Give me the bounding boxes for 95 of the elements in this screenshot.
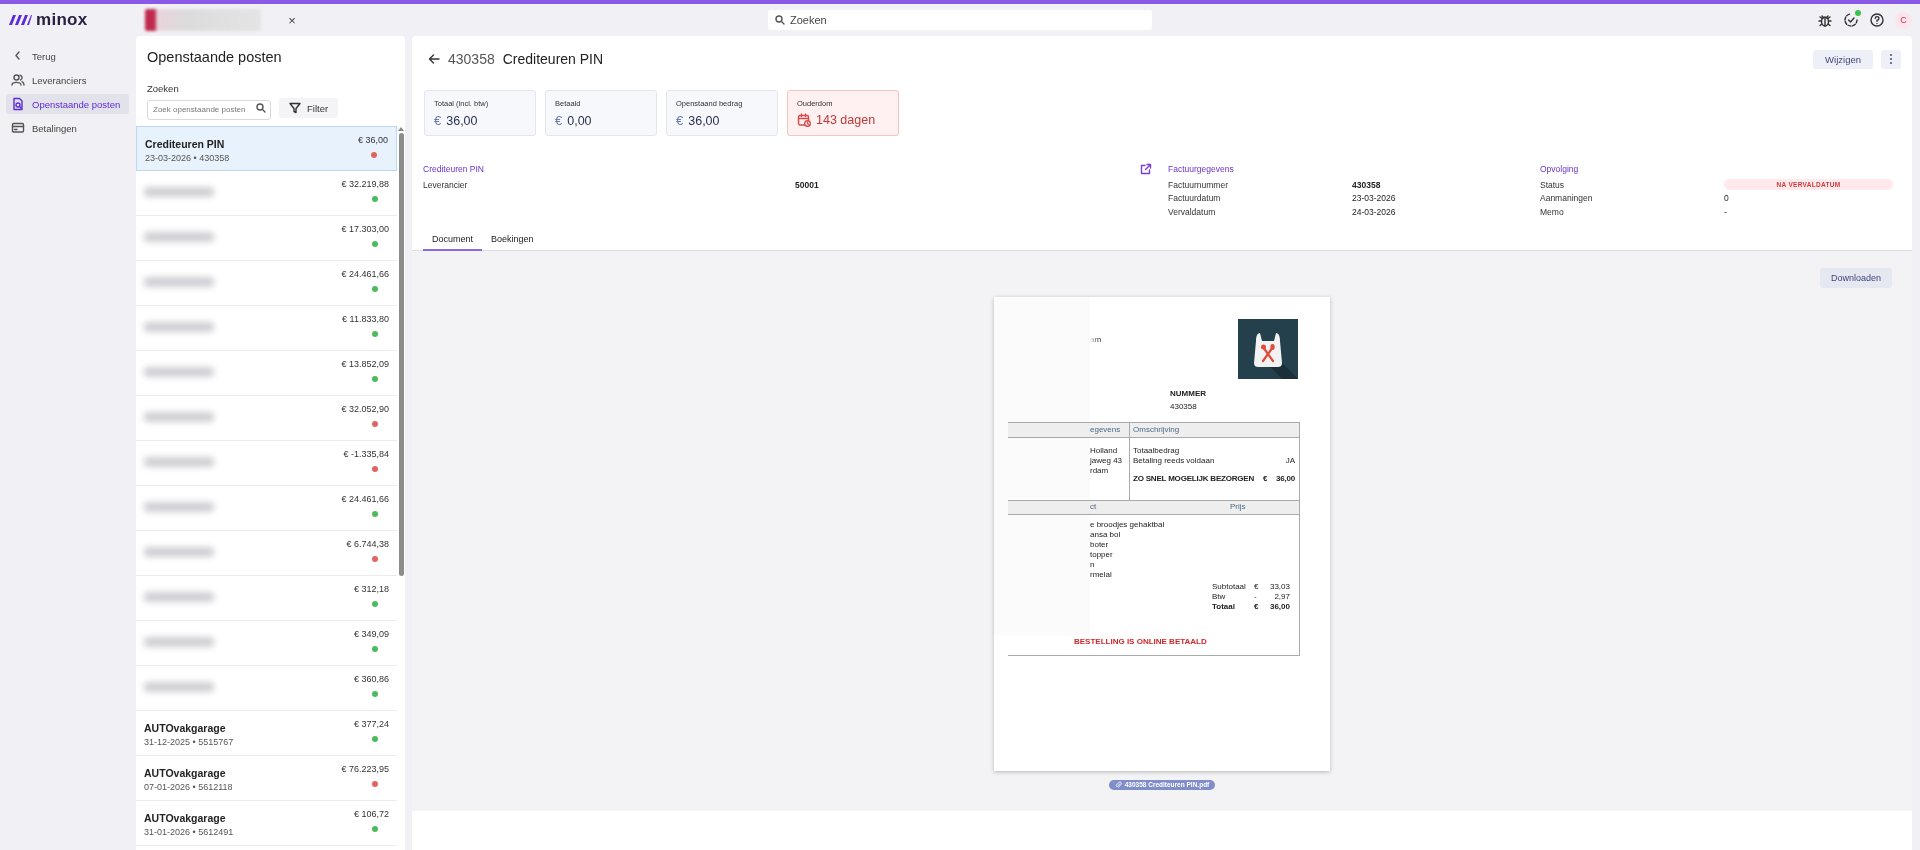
redacted-text [144,322,214,332]
invoice-number: 430358 [448,51,495,67]
calendar-clock-icon [797,113,811,127]
document-text: 36,00 [1274,473,1295,484]
document-text: Subtotaal [1212,581,1247,592]
document-text: € [1254,581,1260,592]
field-label: Factuurdatum [1168,193,1222,204]
document-text: topper [1090,549,1114,560]
nav-item[interactable]: Terug [6,46,129,66]
redacted-text [144,187,214,197]
field-value: 50001 [795,179,820,190]
document-text: Omschrijving [1129,422,1300,437]
redacted-tab[interactable] [145,9,261,31]
close-button[interactable]: × [285,12,299,28]
document-text: BESTELLING IS ONLINE BETAALD [1073,636,1208,647]
filter-button[interactable]: Filter [279,98,339,118]
document-text: n [1090,559,1096,570]
redacted-text [144,412,214,422]
document-text: Totaal [1212,601,1236,612]
logo-icon [8,14,32,26]
field-label: Factuurnummer [1168,179,1229,190]
document-text: rmelal [1090,569,1113,580]
document-search-icon [11,97,25,111]
redacted-text [144,367,214,377]
document-text: Prijs [1229,502,1247,512]
document-text: € [1254,601,1260,612]
panel-title: Openstaande posten [146,48,283,67]
document-text: ansa bol [1090,529,1122,540]
document-text: Totaalbedrag [1133,445,1181,456]
field-value: 0 [1724,193,1730,204]
section-title: Crediteuren PIN [423,164,484,174]
redacted-text [144,457,214,467]
search-icon [775,15,785,25]
redacted-text [144,277,214,287]
help-icon[interactable] [1869,12,1885,28]
document-text: 33,03 [1268,581,1290,592]
field-value: 24-03-2026 [1352,206,1397,217]
document-text: ct [1089,502,1098,512]
document-text: 2,97 [1273,591,1290,602]
redacted-text [144,232,214,242]
nav-item[interactable]: Openstaande posten [6,94,129,114]
page-title: Crediteuren PIN [502,51,604,67]
search-field[interactable]: Zoek openstaande posten [147,99,271,120]
redacted-text [144,592,214,602]
kebab-icon [1889,53,1893,65]
user-avatar[interactable]: C [1895,11,1912,29]
redacted-text [144,502,214,512]
document-text: - [1254,591,1258,602]
document-text: jaweg 43 [1090,455,1124,466]
document-text: 36,00 [1268,601,1290,612]
field-value: 23-03-2026 [1352,193,1397,204]
document-text: ZO SNEL MOGELIJK BEZORGEN [1133,473,1256,484]
people-icon [11,73,25,87]
more-button[interactable] [1881,49,1901,69]
redacted-text [144,547,214,557]
nav-item[interactable]: Betalingen [6,118,129,138]
task-check-icon[interactable] [1843,12,1859,28]
field-label: Memo [1540,206,1565,217]
section-title: Opvolging [1540,164,1579,174]
external-link-icon[interactable] [1140,163,1152,175]
funnel-icon [289,102,301,114]
document-text: € [1263,473,1269,484]
field-label: Aanmaningen [1540,193,1594,204]
document-text: JA [1284,455,1295,466]
field-label: Zoeken [146,82,180,95]
search-field[interactable]: Zoeken [768,10,1152,30]
field-value: - [1724,206,1728,217]
document-text: Betaling reeds voldaan [1133,455,1216,466]
document-text: rdam [1090,465,1110,476]
download-button[interactable]: Downloaden [1819,267,1892,288]
document-text: egevens [1089,424,1122,435]
field-value: 430358 [1352,179,1382,190]
field-label: Leverancier [423,179,469,190]
back-arrow-icon[interactable] [428,53,440,65]
field-label: Status [1540,179,1566,190]
tab[interactable]: Boekingen [482,230,543,251]
search-icon [256,103,266,113]
document-text: am [1090,334,1102,345]
document-text: NUMMER [1170,388,1207,399]
redacted-text [144,682,214,692]
brand-name: minox [36,10,88,30]
section-title: Factuurgegevens [1168,164,1234,174]
document-text: e broodjes gehaktbal [1090,519,1166,530]
redacted-text [144,637,214,647]
document-text: 430358 [1170,401,1198,412]
field-label: Vervaldatum [1168,206,1217,217]
paperclip-icon [1114,780,1122,789]
shopping-bag-icon [1238,318,1298,379]
nav-item[interactable]: Leveranciers [6,70,129,90]
document-text: boter [1090,539,1110,550]
card-icon [11,121,25,135]
document-text: Holland [1090,445,1119,456]
document-text: Btw [1212,591,1227,602]
edit-button[interactable]: Wijzigen [1813,49,1873,69]
list-item[interactable]: Crediteuren PIN 23-03-2026 • 430358 € 36,00 [136,126,397,171]
